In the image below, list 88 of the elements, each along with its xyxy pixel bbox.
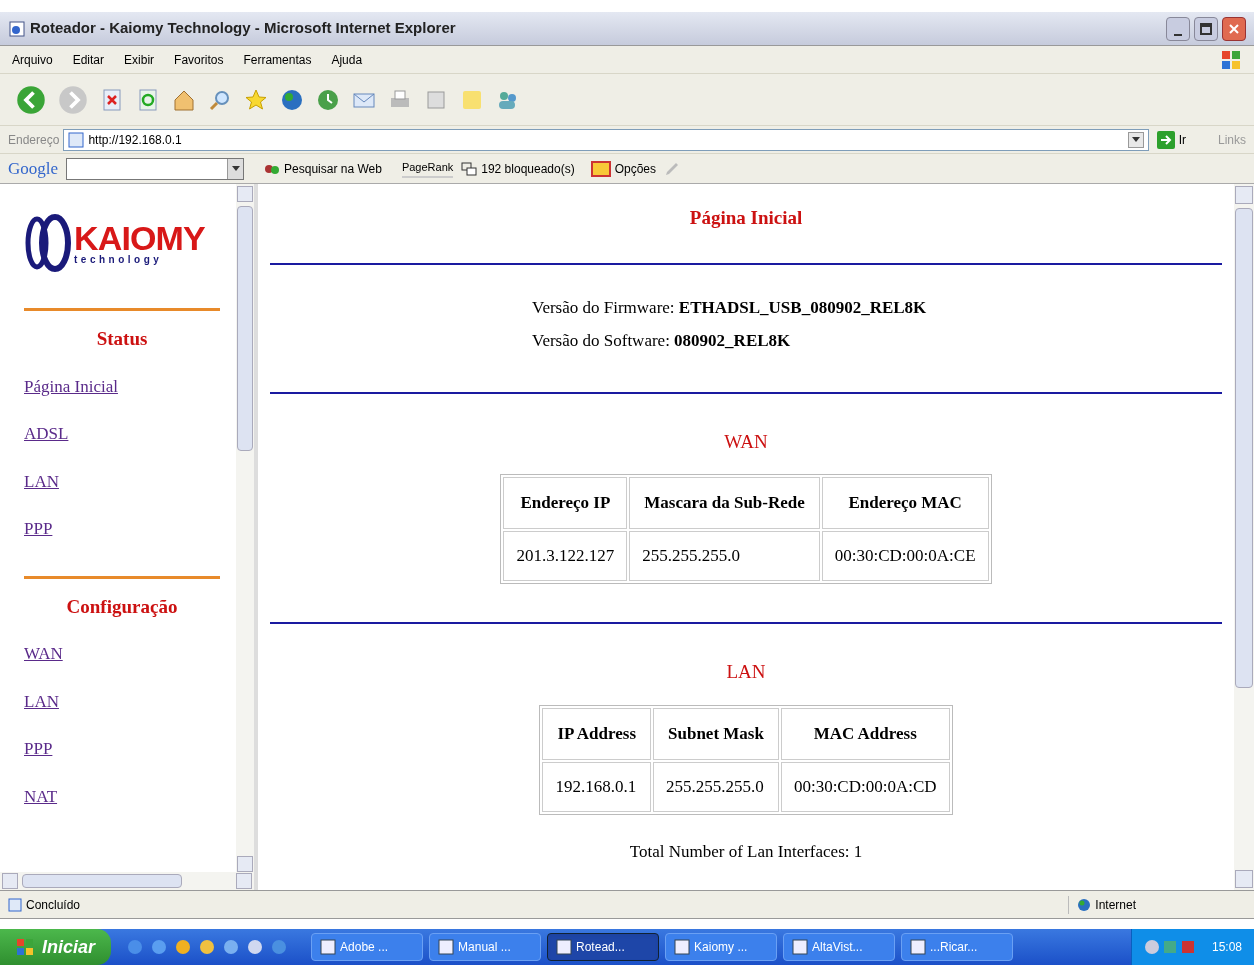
options-button[interactable]: Opções (590, 159, 657, 178)
table-footer: Total Number of Lan Interfaces: 1 (629, 838, 863, 864)
star-icon[interactable] (244, 87, 268, 112)
column-header: MAC Address (780, 707, 950, 760)
pagerank-label[interactable]: PageRank (401, 159, 454, 178)
table-cell: 00:30:CD:00:0A:CD (780, 761, 950, 812)
quick-launch-icon[interactable] (271, 939, 288, 955)
sidebar-link[interactable]: PPP (24, 736, 53, 762)
browser-icon (8, 19, 26, 38)
go-button[interactable]: Ir (1152, 130, 1190, 149)
column-header: IP Address (542, 707, 652, 760)
table-cell: 192.168.0.1 (542, 761, 652, 812)
sidebar-horizontal-scrollbar[interactable] (0, 872, 254, 890)
sidebar-link[interactable]: ADSL (24, 421, 69, 447)
menu-item[interactable]: Editar (72, 50, 105, 69)
globe-icon[interactable] (280, 87, 304, 112)
version-info: Versão do Software: 080902_REL8K (532, 330, 792, 352)
page-title: Página Inicial (689, 206, 803, 230)
sidebar-scrollbar[interactable] (236, 184, 254, 872)
quick-launch-icon[interactable] (199, 939, 216, 955)
quick-launch-icon[interactable] (247, 939, 264, 955)
menu-item[interactable]: Ajuda (331, 50, 363, 69)
page-icon (8, 897, 22, 912)
web-search-button[interactable]: Pesquisar na Web (264, 159, 382, 178)
section-title: WAN (724, 429, 768, 454)
menu-item[interactable]: Exibir (124, 50, 155, 69)
pencil-icon[interactable] (664, 160, 681, 177)
column-header: Subnet Mask (653, 707, 779, 760)
quick-launch-icon[interactable] (127, 939, 144, 955)
app-icon (674, 939, 691, 955)
sidebar-link[interactable]: WAN (24, 641, 63, 667)
taskbar-button[interactable]: ...Ricar... (901, 933, 1014, 961)
sidebar-link[interactable]: Página Inicial (24, 373, 118, 399)
taskbar-button[interactable]: Adobe ... (311, 933, 424, 961)
table-cell: 201.3.122.127 (503, 531, 628, 581)
taskbar-button[interactable]: Rotead... (547, 933, 660, 961)
address-label: Endereço (8, 131, 60, 149)
column-header: Endereço MAC (821, 477, 989, 529)
section-title: LAN (726, 660, 766, 684)
sidebar-link[interactable]: NAT (24, 783, 58, 809)
app-icon (556, 939, 573, 955)
forward-icon[interactable] (58, 84, 88, 115)
refresh-icon[interactable] (136, 87, 160, 112)
close-icon (1228, 22, 1240, 35)
menu-item[interactable]: Ferramentas (243, 50, 312, 69)
sidebar-heading: Configuração (65, 594, 179, 619)
column-header: Endereço IP (503, 477, 628, 529)
taskbar-button[interactable]: AltaVist... (783, 933, 896, 961)
table-cell: 255.255.255.0 (653, 761, 779, 812)
address-field[interactable]: http://192.168.0.1 (63, 128, 1149, 151)
sidebar-link[interactable]: LAN (24, 688, 59, 714)
table-cell: 255.255.255.0 (629, 531, 820, 581)
clock: 15:08 (1211, 939, 1242, 956)
globe-icon (1077, 897, 1092, 912)
google-search-field[interactable] (66, 157, 245, 180)
page-icon (68, 131, 85, 148)
table-cell: 00:30:CD:00:0A:CE (821, 531, 989, 581)
version-info: Versão do Firmware: ETHADSL_USB_080902_REL8K (532, 296, 928, 319)
app-icon (910, 939, 927, 955)
app-icon (320, 939, 337, 955)
back-icon[interactable] (16, 84, 46, 115)
sidebar-link[interactable]: LAN (24, 468, 59, 494)
quick-launch-icon[interactable] (175, 939, 192, 955)
kaiomy-logo: KAIOMY technology (24, 212, 222, 274)
taskbar-button[interactable]: Manual ... (429, 933, 542, 961)
popup-blocker-button[interactable]: 192 bloqueado(s) (461, 159, 575, 178)
security-zone: Internet (1068, 895, 1136, 914)
menu-item[interactable]: Arquivo (12, 50, 53, 69)
page-scrollbar[interactable] (1234, 184, 1254, 890)
sidebar-heading: Status (95, 327, 149, 351)
sidebar-link[interactable]: PPP (24, 516, 53, 542)
minimize-button[interactable] (1166, 16, 1190, 41)
window-title: Roteador - Kaiomy Technology - Microsoft Internet Explorer (30, 18, 456, 39)
google-logo[interactable]: Google (8, 155, 59, 182)
windows-icon (461, 161, 478, 176)
quick-launch-icon[interactable] (223, 939, 240, 955)
column-header: Mascara da Sub-Rede (629, 477, 820, 529)
windows-logo-icon (1220, 48, 1242, 71)
menu-item[interactable]: Favoritos (174, 50, 224, 69)
quick-launch-icon[interactable] (151, 939, 168, 955)
stop-icon[interactable] (100, 87, 124, 112)
windows-logo-icon (16, 938, 34, 956)
app-icon (438, 939, 455, 955)
close-button[interactable] (1222, 16, 1246, 41)
app-icon (792, 939, 809, 955)
taskbar-button[interactable]: Kaiomy ... (665, 933, 778, 961)
maximize-button[interactable] (1194, 16, 1218, 41)
status-text: Concluído (8, 895, 81, 914)
